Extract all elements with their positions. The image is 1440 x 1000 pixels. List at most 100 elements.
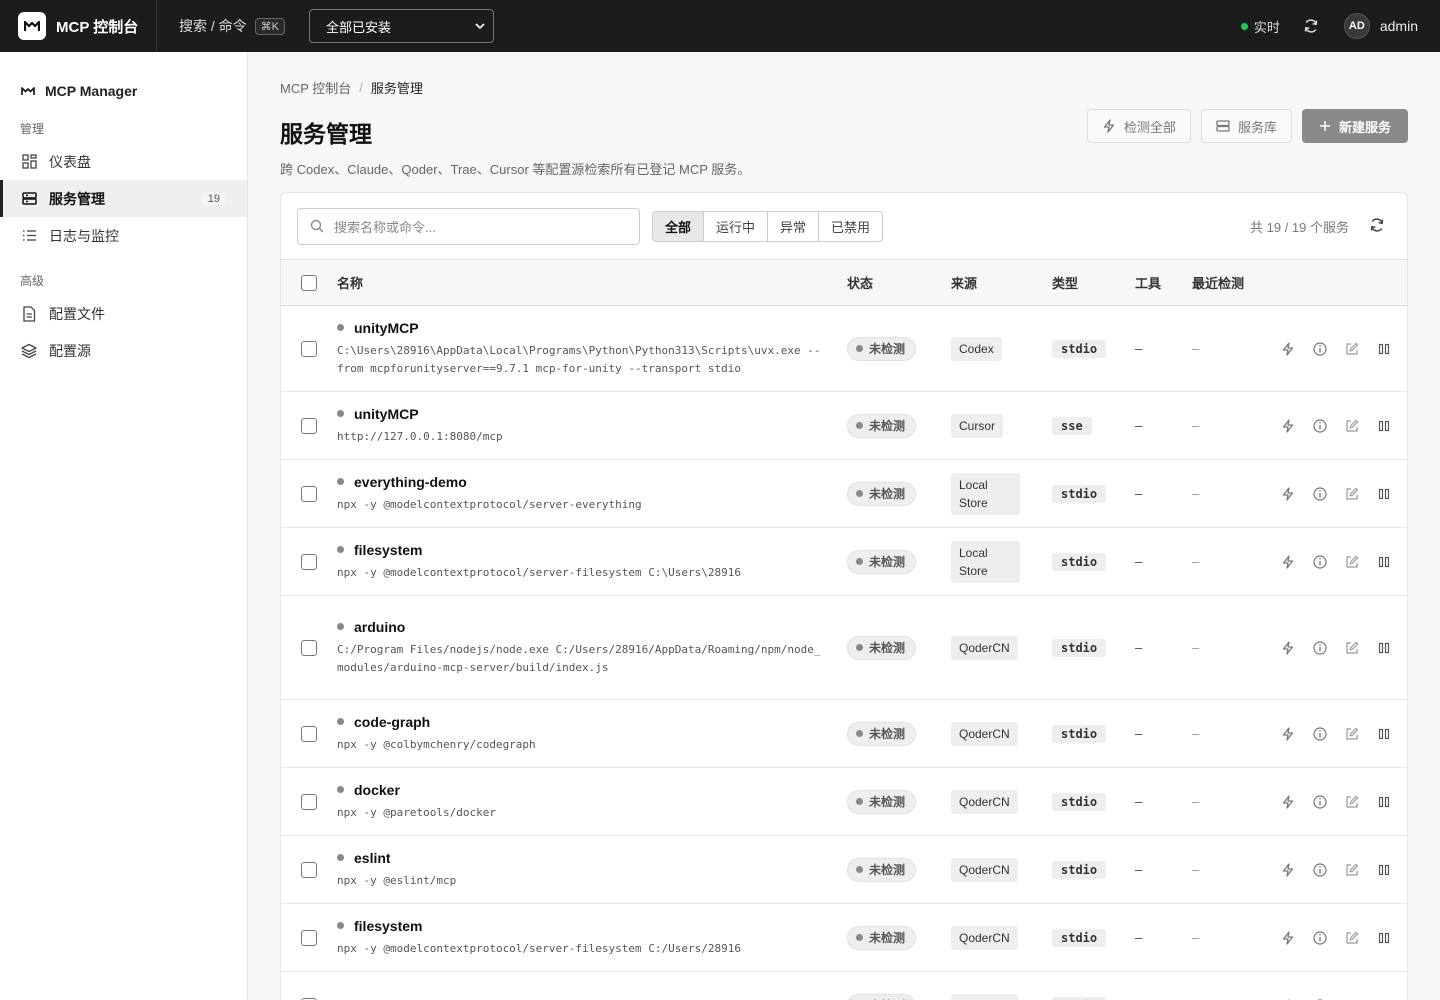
service-name[interactable]: docker: [354, 782, 400, 798]
search-input[interactable]: 搜索名称或命令...: [297, 207, 640, 245]
filter-tab-running[interactable]: 运行中: [703, 211, 767, 241]
edit-icon[interactable]: [1336, 792, 1368, 812]
table-row[interactable]: docker npx -y @paretools/docker 未检测 Qode…: [281, 768, 1407, 836]
row-checkbox[interactable]: [301, 340, 317, 357]
test-lightning-icon[interactable]: [1272, 860, 1304, 880]
service-name[interactable]: filesystem: [354, 542, 422, 558]
pause-icon[interactable]: [1368, 416, 1400, 436]
test-lightning-icon[interactable]: [1272, 996, 1304, 1000]
edit-icon[interactable]: [1336, 552, 1368, 572]
pause-icon[interactable]: [1368, 996, 1400, 1000]
info-icon[interactable]: [1304, 416, 1336, 436]
edit-icon[interactable]: [1336, 339, 1368, 359]
command-search-trigger[interactable]: 搜索 / 命令 ⌘K: [179, 16, 286, 36]
column-header-name[interactable]: 名称: [337, 260, 847, 306]
column-header-tools[interactable]: 工具: [1135, 260, 1192, 306]
row-checkbox[interactable]: [301, 929, 317, 946]
service-name[interactable]: unityMCP: [354, 406, 419, 422]
table-row[interactable]: code-graph npx -y @colbymchenry/codegrap…: [281, 700, 1407, 768]
sidebar-section-manage: 管理: [20, 122, 45, 136]
row-checkbox[interactable]: [301, 639, 317, 656]
filter-tab-all[interactable]: 全部: [653, 211, 704, 241]
column-header-source[interactable]: 来源: [951, 260, 1052, 306]
table-row[interactable]: filesystem npx -y @modelcontextprotocol/…: [281, 528, 1407, 596]
column-header-last-check[interactable]: 最近检测: [1192, 260, 1272, 306]
service-name[interactable]: eslint: [354, 850, 391, 866]
sidebar-item-dashboard[interactable]: 仪表盘: [0, 143, 247, 180]
service-name[interactable]: filesystem: [354, 918, 422, 934]
row-checkbox[interactable]: [301, 553, 317, 570]
test-lightning-icon[interactable]: [1272, 724, 1304, 744]
breadcrumb-root[interactable]: MCP 控制台: [280, 78, 351, 97]
info-icon[interactable]: [1304, 724, 1336, 744]
row-checkbox[interactable]: [301, 861, 317, 878]
test-lightning-icon[interactable]: [1272, 416, 1304, 436]
table-row[interactable]: unityMCP C:\Users\28916\AppData\Local\Pr…: [281, 306, 1407, 392]
sidebar-item-config-files[interactable]: 配置文件: [0, 295, 247, 332]
service-library-button[interactable]: 服务库: [1200, 109, 1292, 143]
test-lightning-icon[interactable]: [1272, 552, 1304, 572]
row-checkbox[interactable]: [301, 725, 317, 742]
new-service-button[interactable]: 新建服务: [1301, 109, 1408, 143]
pause-icon[interactable]: [1368, 792, 1400, 812]
type-badge: stdio: [1052, 996, 1107, 1000]
tools-value: –: [1135, 726, 1143, 741]
app-brand[interactable]: MCP 控制台: [0, 0, 157, 52]
info-icon[interactable]: [1304, 638, 1336, 658]
edit-icon[interactable]: [1336, 416, 1368, 436]
pause-icon[interactable]: [1368, 724, 1400, 744]
service-name[interactable]: unityMCP: [354, 320, 419, 336]
avatar[interactable]: AD: [1343, 13, 1370, 39]
info-icon[interactable]: [1304, 339, 1336, 359]
sidebar-item-config-sources[interactable]: 配置源: [0, 332, 247, 369]
table-row[interactable]: arduino C:/Program Files/nodejs/node.exe…: [281, 596, 1407, 700]
edit-icon[interactable]: [1336, 638, 1368, 658]
info-icon[interactable]: [1304, 928, 1336, 948]
edit-icon[interactable]: [1336, 484, 1368, 504]
column-header-status[interactable]: 状态: [847, 260, 951, 306]
info-icon[interactable]: [1304, 996, 1336, 1000]
pause-icon[interactable]: [1368, 339, 1400, 359]
test-lightning-icon[interactable]: [1272, 792, 1304, 812]
select-all-checkbox[interactable]: [301, 274, 317, 291]
edit-icon[interactable]: [1336, 860, 1368, 880]
status-badge: 未检测: [847, 993, 917, 1000]
refresh-icon[interactable]: [1302, 17, 1320, 35]
pause-icon[interactable]: [1368, 484, 1400, 504]
sidebar-item-services[interactable]: 服务管理 19: [0, 180, 247, 217]
row-checkbox[interactable]: [301, 485, 317, 502]
filter-tab-disabled[interactable]: 已禁用: [818, 211, 882, 241]
edit-icon[interactable]: [1336, 928, 1368, 948]
info-icon[interactable]: [1304, 860, 1336, 880]
test-lightning-icon[interactable]: [1272, 638, 1304, 658]
pause-icon[interactable]: [1368, 928, 1400, 948]
user-name[interactable]: admin: [1380, 18, 1418, 34]
edit-icon[interactable]: [1336, 996, 1368, 1000]
edit-icon[interactable]: [1336, 724, 1368, 744]
service-name[interactable]: arduino: [354, 619, 405, 635]
refresh-list-icon[interactable]: [1369, 217, 1385, 236]
test-lightning-icon[interactable]: [1272, 484, 1304, 504]
service-name[interactable]: code-graph: [354, 714, 430, 730]
detect-all-button[interactable]: 检测全部: [1086, 109, 1191, 143]
pause-icon[interactable]: [1368, 552, 1400, 572]
pause-icon[interactable]: [1368, 860, 1400, 880]
table-row[interactable]: filesystem npx -y @modelcontextprotocol/…: [281, 904, 1407, 972]
info-icon[interactable]: [1304, 552, 1336, 572]
table-row[interactable]: everything-demo npx -y @modelcontextprot…: [281, 460, 1407, 528]
sidebar-item-logs[interactable]: 日志与监控: [0, 217, 247, 254]
table-row[interactable]: eslint npx -y @eslint/mcp 未检测 QoderCN st…: [281, 836, 1407, 904]
test-lightning-icon[interactable]: [1272, 928, 1304, 948]
row-checkbox[interactable]: [301, 417, 317, 434]
filter-tab-error[interactable]: 异常: [767, 211, 818, 241]
info-icon[interactable]: [1304, 792, 1336, 812]
test-lightning-icon[interactable]: [1272, 339, 1304, 359]
pause-icon[interactable]: [1368, 638, 1400, 658]
row-checkbox[interactable]: [301, 793, 317, 810]
table-row[interactable]: git 未检测 QoderCN stdio – –: [281, 972, 1407, 1000]
info-icon[interactable]: [1304, 484, 1336, 504]
table-row[interactable]: unityMCP http://127.0.0.1:8080/mcp 未检测 C…: [281, 392, 1407, 460]
install-filter-select[interactable]: 全部已安装: [309, 9, 495, 43]
column-header-type[interactable]: 类型: [1052, 260, 1135, 306]
service-name[interactable]: everything-demo: [354, 474, 467, 490]
